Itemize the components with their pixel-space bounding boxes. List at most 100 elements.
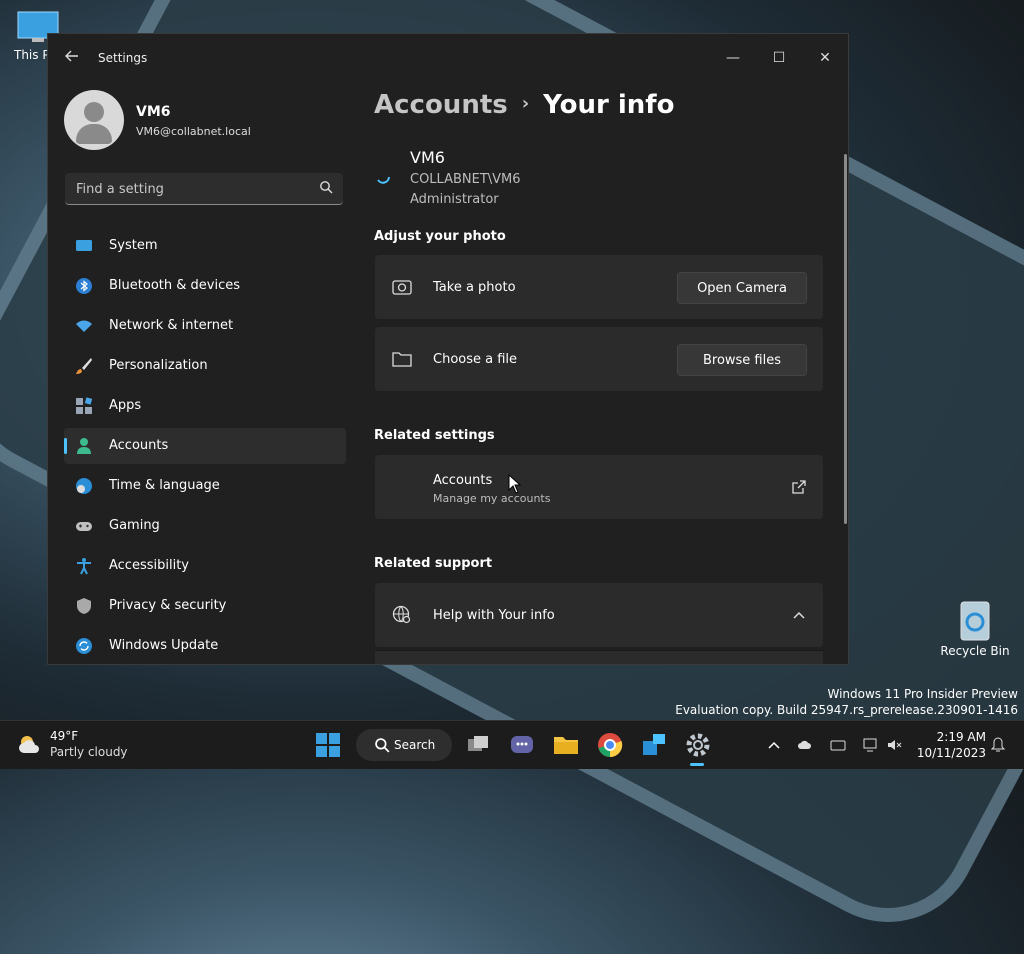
maximize-button[interactable]: ☐	[756, 42, 802, 74]
vertical-scrollbar[interactable]	[844, 154, 847, 524]
this-pc-label: This P	[14, 48, 50, 62]
related-settings-heading: Related settings	[374, 428, 495, 443]
breadcrumb: Accounts › Your info	[374, 90, 674, 120]
chevron-up-icon[interactable]	[791, 607, 807, 623]
start-icon[interactable]	[314, 731, 342, 759]
recycle-bin-icon	[960, 601, 990, 641]
help-expanded-content	[375, 650, 823, 664]
sidebar-item-accounts[interactable]: Accounts	[64, 428, 346, 464]
sidebar-item-windows-update[interactable]: Windows Update	[64, 628, 346, 664]
profile-card[interactable]: VM6 VM6@collabnet.local	[64, 90, 364, 152]
choose-file-label: Choose a file	[433, 352, 518, 367]
loading-spinner-icon	[377, 176, 390, 184]
sidebar-item-privacy[interactable]: Privacy & security	[64, 588, 346, 624]
search-icon[interactable]	[319, 180, 333, 194]
chrome-icon[interactable]	[596, 731, 624, 759]
weather-condition: Partly cloudy	[50, 745, 128, 759]
take-photo-card: Take a photo Open Camera	[375, 255, 823, 319]
back-button[interactable]	[62, 48, 82, 68]
sidebar-nav: System Bluetooth & devices Network & int…	[64, 228, 346, 664]
accounts-link-card[interactable]: Accounts Manage my accounts	[375, 455, 823, 519]
sidebar-item-label: Privacy & security	[109, 598, 227, 613]
page-title: Your info	[543, 90, 675, 120]
accounts-link-subtitle: Manage my accounts	[433, 492, 551, 505]
sidebar-item-network[interactable]: Network & internet	[64, 308, 346, 344]
file-explorer-icon[interactable]	[552, 731, 580, 759]
active-app-indicator	[690, 763, 704, 766]
update-icon	[76, 638, 92, 654]
keyboard-icon[interactable]	[830, 737, 846, 753]
recycle-bin-desktop-icon[interactable]: Recycle Bin	[940, 598, 1010, 658]
teams-chat-icon[interactable]	[508, 731, 536, 759]
notification-icon[interactable]	[990, 737, 1006, 753]
related-support-heading: Related support	[374, 556, 493, 571]
recycle-bin-label: Recycle Bin	[940, 644, 1010, 658]
sidebar-item-time-language[interactable]: Time & language	[64, 468, 346, 504]
sidebar-item-apps[interactable]: Apps	[64, 388, 346, 424]
onedrive-icon[interactable]	[798, 737, 814, 753]
breadcrumb-parent[interactable]: Accounts	[374, 90, 508, 120]
taskbar-search[interactable]: Search	[356, 729, 452, 761]
gamepad-icon	[76, 522, 92, 531]
taskbar-clock[interactable]: 2:19 AM 10/11/2023	[917, 729, 986, 761]
sidebar-item-label: Network & internet	[109, 318, 234, 333]
minimize-button[interactable]: —	[710, 42, 756, 74]
watermark-line-2: Evaluation copy. Build 25947.rs_prerelea…	[675, 703, 1018, 717]
taskbar: 49°F Partly cloudy Search 2:19 AM 10/11/…	[0, 720, 1024, 769]
search-box[interactable]	[65, 173, 343, 205]
wifi-icon	[76, 320, 92, 332]
user-domain: COLLABNET\VM6	[410, 172, 521, 187]
task-view-icon[interactable]	[464, 731, 492, 759]
system-icon	[76, 240, 92, 251]
sidebar-item-personalization[interactable]: Personalization	[64, 348, 346, 384]
brush-icon	[76, 358, 92, 374]
folder-icon	[392, 352, 412, 367]
app-title: Settings	[98, 51, 148, 65]
chevron-up-icon[interactable]	[766, 737, 782, 753]
remote-desktop-icon[interactable]	[640, 731, 668, 759]
apps-icon	[76, 397, 93, 414]
close-button[interactable]: ✕	[802, 42, 848, 74]
breadcrumb-separator: ›	[521, 93, 530, 114]
settings-window: Settings — ☐ ✕ VM6 VM6@collabnet.local S…	[47, 33, 849, 665]
network-icon[interactable]	[862, 737, 878, 753]
sidebar-item-accessibility[interactable]: Accessibility	[64, 548, 346, 584]
taskbar-search-label: Search	[394, 738, 436, 752]
settings-gear-icon[interactable]	[684, 731, 712, 759]
open-camera-button[interactable]: Open Camera	[677, 272, 807, 304]
minimize-icon: —	[726, 50, 740, 66]
external-link-icon	[792, 480, 806, 494]
sidebar-item-label: Apps	[109, 398, 142, 413]
close-icon: ✕	[819, 50, 831, 66]
sidebar-item-label: Personalization	[109, 358, 208, 373]
shield-icon	[77, 598, 91, 614]
title-bar[interactable]: Settings — ☐ ✕	[48, 34, 848, 82]
clock-date: 10/11/2023	[916, 746, 986, 760]
sidebar-item-bluetooth[interactable]: Bluetooth & devices	[64, 268, 346, 304]
sidebar-item-label: Accessibility	[109, 558, 189, 573]
clock-time: 2:19 AM	[936, 730, 986, 744]
camera-icon	[392, 280, 412, 295]
volume-muted-icon[interactable]	[886, 737, 902, 753]
mouse-cursor-icon	[508, 474, 522, 494]
sidebar-item-label: Bluetooth & devices	[109, 278, 240, 293]
avatar	[64, 90, 124, 150]
sidebar-item-label: Accounts	[109, 438, 169, 453]
sidebar-item-system[interactable]: System	[64, 228, 346, 264]
back-arrow-icon	[65, 50, 78, 62]
partly-cloudy-icon	[19, 736, 39, 753]
accounts-link-title: Accounts	[433, 473, 493, 488]
sidebar-item-label: System	[109, 238, 158, 253]
accessibility-icon	[77, 558, 91, 575]
watermark-line-1: Windows 11 Pro Insider Preview	[827, 687, 1018, 701]
sidebar-item-label: Time & language	[109, 478, 220, 493]
weather-temp: 49°F	[50, 729, 79, 743]
sidebar-item-gaming[interactable]: Gaming	[64, 508, 346, 544]
help-with-your-info-card[interactable]: Help with Your info	[375, 583, 823, 647]
browse-files-button[interactable]: Browse files	[677, 344, 807, 376]
globe-clock-icon	[76, 478, 92, 494]
help-label: Help with Your info	[433, 608, 555, 623]
search-input[interactable]	[65, 173, 318, 205]
choose-file-card: Choose a file Browse files	[375, 327, 823, 391]
profile-email: VM6@collabnet.local	[136, 125, 251, 138]
